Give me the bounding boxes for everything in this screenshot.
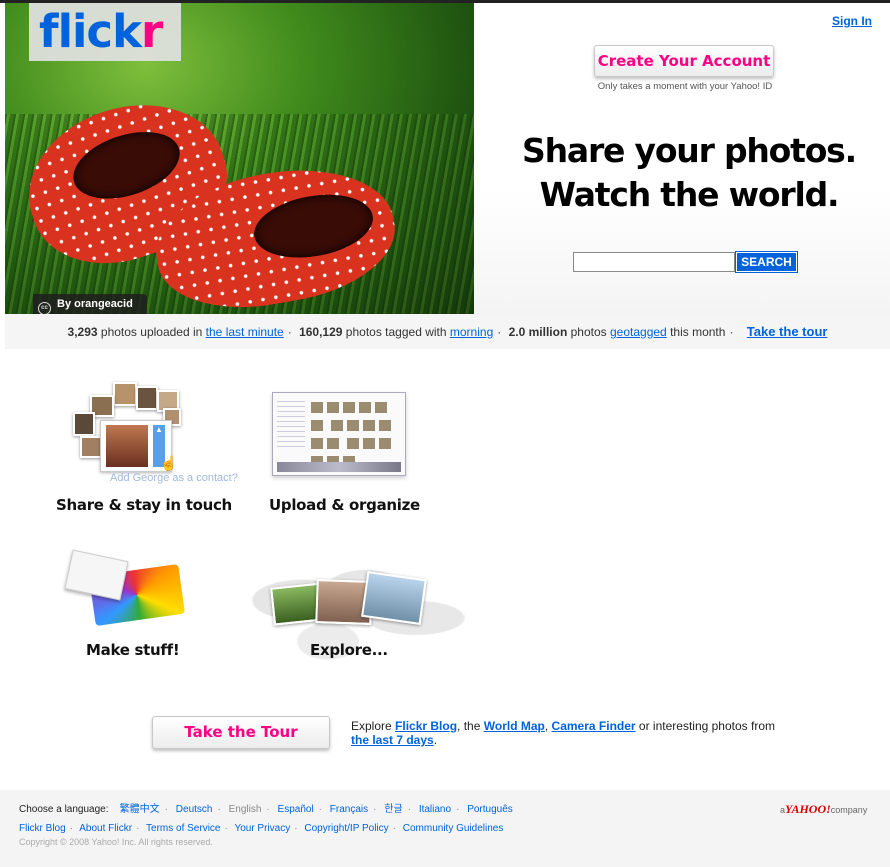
share-feature-label[interactable]: Share & stay in touch [56,496,232,514]
tagline-line-1: Share your photos. [522,131,857,170]
language-link-de[interactable]: Deutsch [176,804,213,815]
tagged-count: 160,129 [299,325,343,339]
signup-panel: Sign In Create Your Account Only takes a… [474,3,890,314]
yahoo-suffix: company [830,805,868,815]
explore-text-2: , the [457,719,481,733]
footer-link-about[interactable]: About Flickr [79,823,132,834]
choose-language-label: Choose a language: [19,804,109,815]
flickr-logo[interactable]: flickr [29,3,181,61]
sign-in-link[interactable]: Sign In [832,14,872,28]
separator: · [729,325,734,339]
add-contact-hint: Add George as a contact? [110,472,238,484]
folder-list [277,401,305,451]
last-7-days-link[interactable]: the last 7 days [351,733,434,747]
logo-text-blue: flick [39,5,142,58]
take-the-tour-button[interactable]: Take the Tour [152,716,330,749]
separator: · [287,325,292,339]
search-button[interactable]: SEARCH [735,251,798,273]
footer-link-privacy[interactable]: Your Privacy [234,823,290,834]
copyright-text: Copyright © 2008 Yahoo! Inc. All rights … [19,837,213,847]
language-link-it[interactable]: Italiano [419,804,451,815]
filmstrip-bar [277,462,401,472]
geotagged-count: 2.0 million [508,325,568,339]
uploaded-count: 3,293 [67,325,98,339]
language-current-en: English [228,804,262,815]
footer-link-terms[interactable]: Terms of Service [146,823,220,834]
upload-feature-label[interactable]: Upload & organize [269,496,420,514]
morning-tag-link[interactable]: morning [450,325,493,339]
stats-bar: 3,293 photos uploaded in the last minute… [5,314,890,349]
geotagged-text: photos [570,325,607,339]
uploaded-text: photos uploaded in [100,325,203,339]
footer: Choose a language: 繁體中文 · Deutsch · Englis… [0,790,890,867]
explore-text: Explore Flickr Blog, the World Map, Came… [351,719,791,747]
yahoo-brand: YAHOO! [785,802,831,816]
yahoo-company-logo[interactable]: aYAHOO!company [780,802,867,817]
take-tour-link[interactable]: Take the tour [747,324,828,339]
explore-text-4: or interesting photos from [638,719,775,733]
geotagged-link[interactable]: geotagged [610,325,667,339]
tagline-line-2: Watch the world. [539,175,840,214]
separator: · [497,325,502,339]
geotagged-tail: this month [670,325,726,339]
footer-link-blog[interactable]: Flickr Blog [19,823,66,834]
footer-link-copyright[interactable]: Copyright/IP Policy [304,823,388,834]
explore-photo [361,571,427,625]
contact-photo [113,382,137,406]
make-feature-label[interactable]: Make stuff! [86,641,180,659]
last-minute-link[interactable]: the last minute [206,325,284,339]
world-map-link[interactable]: World Map [484,719,545,733]
product-box [64,549,129,601]
photo-credit[interactable]: cc By orangeacid [33,294,147,314]
contact-photo [136,386,158,410]
explore-feature-label[interactable]: Explore... [310,641,388,659]
create-account-button[interactable]: Create Your Account [594,45,774,77]
language-link-zh[interactable]: 繁體中文 [120,804,160,815]
footer-links: Flickr Blog · About Flickr · Terms of Serv… [19,823,504,834]
photo-credit-text: By orangeacid [57,298,133,310]
search-input[interactable] [573,252,735,272]
explore-text-5: . [433,733,438,747]
explore-text-1: Explore [351,719,392,733]
contact-photo [73,412,95,436]
language-selector: Choose a language: 繁體中文 · Deutsch · Englis… [19,804,513,815]
hand-cursor-icon: ☝ [160,455,178,471]
flickr-blog-link[interactable]: Flickr Blog [395,719,457,733]
language-link-fr[interactable]: Français [330,804,368,815]
explore-text-3: , [544,719,549,733]
contact-photo [80,436,102,458]
language-link-ko[interactable]: 한글 [384,804,402,815]
footer-link-guidelines[interactable]: Community Guidelines [403,823,504,834]
tagline: Share your photos. Watch the world. [514,129,864,217]
organizr-window-illustration[interactable] [272,392,406,476]
tagged-text: photos tagged with [345,325,447,339]
language-link-es[interactable]: Español [278,804,314,815]
create-account-subtext: Only takes a moment with your Yahoo! ID [597,81,773,92]
camera-finder-link[interactable]: Camera Finder [552,719,636,733]
language-link-pt[interactable]: Português [467,804,513,815]
logo-text-pink: r [141,5,163,58]
george-photo [106,425,148,467]
creative-commons-icon: cc [38,302,51,314]
